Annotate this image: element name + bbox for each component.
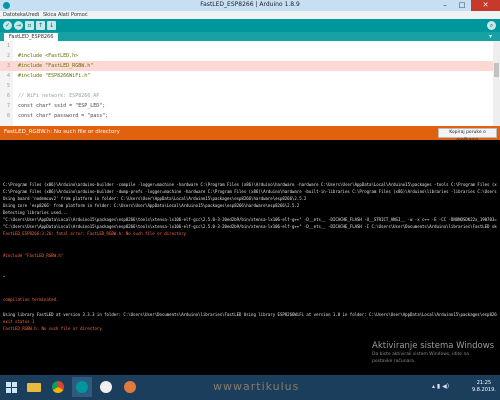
maximize-button[interactable]: □ [454, 0, 470, 11]
paint-icon [124, 381, 136, 393]
menu-sketch[interactable]: Skica [43, 12, 56, 18]
line-number: 7 [6, 103, 10, 109]
line-number: 8 [6, 113, 10, 119]
arduino-icon [76, 381, 88, 393]
taskbar-paint[interactable] [120, 377, 140, 397]
title-bar: FastLED_ESP8266 | Arduino 1.8.9 – □ ✕ [0, 0, 500, 11]
line-number: 3 [6, 63, 10, 69]
toolbar: ✓ → ▫ ↑ ↓ ⌕ [0, 19, 500, 32]
open-sketch-button[interactable]: ↑ [36, 21, 45, 30]
code-line: 7 const char* ssid = "ESP_LED"; [0, 101, 500, 111]
chrome-icon [52, 381, 64, 393]
windows-logo-icon [12, 382, 17, 387]
watermark-subtitle-2: postavke računara. [372, 359, 416, 364]
upload-button[interactable]: → [14, 21, 23, 30]
taskbar-arduino[interactable] [72, 377, 92, 397]
menu-file[interactable]: Datoteka [3, 12, 26, 18]
taskbar-chrome[interactable] [48, 377, 68, 397]
line-number: 6 [6, 93, 10, 99]
code-line: 5 [0, 81, 500, 91]
media-player-icon [100, 381, 112, 393]
copy-error-messages-button[interactable]: Kopiraj poruke o greškama [438, 128, 497, 143]
new-sketch-button[interactable]: ▫ [25, 21, 34, 30]
error-code-line: 3 #include "FastLED_RGBW.h" [0, 61, 500, 71]
menu-edit[interactable]: Uredi [26, 12, 39, 18]
clock-time: 21:25 [476, 380, 492, 386]
console-error-line: #include "FastLED_RGBW.h" [3, 253, 64, 258]
code-line: 2 #include <FastLED.h> [0, 51, 500, 61]
console-line: C:\Program Files (x86)\Arduino\arduino-b… [3, 182, 497, 187]
menu-tools[interactable]: Alati [58, 12, 69, 18]
tab-menu-icon[interactable]: ▾ [489, 33, 492, 40]
minimize-button[interactable]: – [437, 0, 453, 11]
line-number: 4 [6, 73, 10, 79]
tab-bar: FastLED_ESP8266 ▾ [0, 32, 500, 41]
line-code: #include "ESP8266WiFi.h" [18, 73, 91, 79]
console-line: C:\Program Files (x86)\Arduino\arduino-b… [3, 189, 497, 194]
console-line: Using core 'esp8266' from platform in fo… [3, 203, 300, 208]
close-button[interactable]: ✕ [471, 0, 500, 11]
clock-date: 9.8.2019. [472, 387, 496, 393]
watermark-title: Aktiviranje sistema Windows [372, 341, 495, 351]
line-code: const char* password = "pass"; [18, 113, 109, 119]
line-code: // WiFi network: ESP8266 AP [18, 93, 100, 99]
save-sketch-button[interactable]: ↓ [47, 21, 56, 30]
console-error-line: FastLED_ESP8266:3:26: fatal error: FastL… [3, 231, 187, 236]
console-error-line: exit status 1 [3, 319, 35, 324]
scrollbar-thumb[interactable] [494, 63, 499, 77]
taskbar-file-explorer[interactable] [24, 377, 44, 397]
arduino-ide-window: FastLED_ESP8266 | Arduino 1.8.9 – □ ✕ Da… [0, 0, 500, 400]
console-line: Using library FastLED at version 3.3.3 i… [3, 312, 497, 317]
folder-icon [27, 383, 41, 392]
line-number: 2 [6, 53, 10, 59]
code-line: 6 // WiFi network: ESP8266 AP [0, 91, 500, 101]
error-status-bar: FastLED_RGBW.h: No such file or director… [0, 126, 500, 143]
taskbar-media-player[interactable] [96, 377, 116, 397]
taskbar-clock[interactable]: 21:25 9.8.2019. [472, 380, 496, 394]
console-error-line: FastLED_RGBW.h: No such file or director… [3, 326, 102, 331]
status-message: FastLED_RGBW.h: No such file or director… [4, 129, 120, 135]
line-code: const char* ssid = "ESP_LED"; [18, 103, 106, 109]
menu-help[interactable]: Pomoć [71, 12, 88, 18]
console-line: Using board 'nodemcuv2' from platform in… [3, 196, 307, 201]
line-number: 1 [6, 43, 10, 49]
window-title: FastLED_ESP8266 | Arduino 1.8.9 [200, 1, 300, 8]
taskbar-watermark-label: wwwartikulus [213, 380, 300, 393]
console-line: Detecting libraries used... [3, 210, 69, 215]
start-button[interactable] [6, 382, 17, 393]
code-line: 8 const char* password = "pass"; [0, 111, 500, 121]
code-line: 1 [0, 41, 500, 51]
watermark-subtitle: Da biste aktivirali sistem Windows, idit… [372, 352, 470, 357]
editor-scrollbar[interactable] [493, 41, 500, 126]
line-number: 5 [6, 83, 10, 89]
verify-button[interactable]: ✓ [3, 21, 12, 30]
windows-logo-icon [6, 388, 11, 393]
code-line: 4 #include "ESP8266WiFi.h" [0, 71, 500, 81]
code-editor[interactable]: 1 2 #include <FastLED.h> 3 #include "Fas… [0, 41, 500, 126]
line-code: #include <FastLED.h> [18, 53, 79, 59]
console-line: ^ [3, 275, 6, 280]
windows-logo-icon [6, 382, 11, 387]
console-line: "C:\Users\User\AppData\Local\Arduino15\p… [3, 224, 497, 229]
tab-sketch[interactable]: FastLED_ESP8266 [4, 33, 59, 41]
console-error-line: compilation terminated. [3, 297, 59, 302]
serial-monitor-icon[interactable]: ⌕ [487, 21, 496, 30]
line-code: #include "FastLED_RGBW.h" [18, 63, 94, 69]
output-console[interactable]: C:\Program Files (x86)\Arduino\arduino-b… [0, 140, 500, 375]
system-tray[interactable]: ▴ ▮ ◀) [432, 383, 449, 390]
menu-bar: Datoteka Uredi Skica Alati Pomoć [0, 11, 500, 19]
windows-logo-icon [12, 388, 17, 393]
windows-taskbar: wwwartikulus ▴ ▮ ◀) 21:25 9.8.2019. [0, 375, 500, 400]
console-line: "C:\Users\User\AppData\Local\Arduino15\p… [3, 217, 497, 222]
windows-activation-watermark: Aktiviranje sistema Windows Da biste akt… [372, 341, 494, 365]
